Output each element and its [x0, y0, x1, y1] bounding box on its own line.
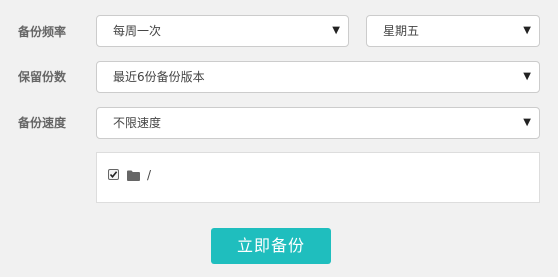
backup-day-select[interactable]: 星期五 ▼ [366, 15, 540, 47]
chevron-down-icon: ▼ [332, 25, 340, 36]
backup-now-button[interactable]: 立即备份 [211, 228, 331, 264]
backup-speed-label: 备份速度 [18, 116, 67, 130]
backup-speed-value: 不限速度 [113, 116, 162, 130]
directory-checkbox[interactable] [108, 169, 119, 180]
backup-speed-select[interactable]: 不限速度 ▼ [96, 107, 540, 139]
backup-day-value: 星期五 [383, 24, 420, 38]
directory-path[interactable]: / [147, 166, 151, 184]
directory-tree: / [96, 152, 540, 203]
backup-frequency-label: 备份频率 [18, 25, 67, 39]
backup-frequency-value: 每周一次 [113, 24, 162, 38]
retention-count-value: 最近6份备份版本 [113, 70, 205, 84]
backup-frequency-select[interactable]: 每周一次 ▼ [96, 15, 349, 47]
checkmark-icon [109, 171, 118, 179]
retention-count-select[interactable]: 最近6份备份版本 ▼ [96, 61, 540, 93]
folder-icon [127, 170, 140, 181]
chevron-down-icon: ▼ [523, 117, 531, 128]
chevron-down-icon: ▼ [523, 71, 531, 82]
chevron-down-icon: ▼ [523, 25, 531, 36]
retention-count-label: 保留份数 [18, 70, 67, 84]
